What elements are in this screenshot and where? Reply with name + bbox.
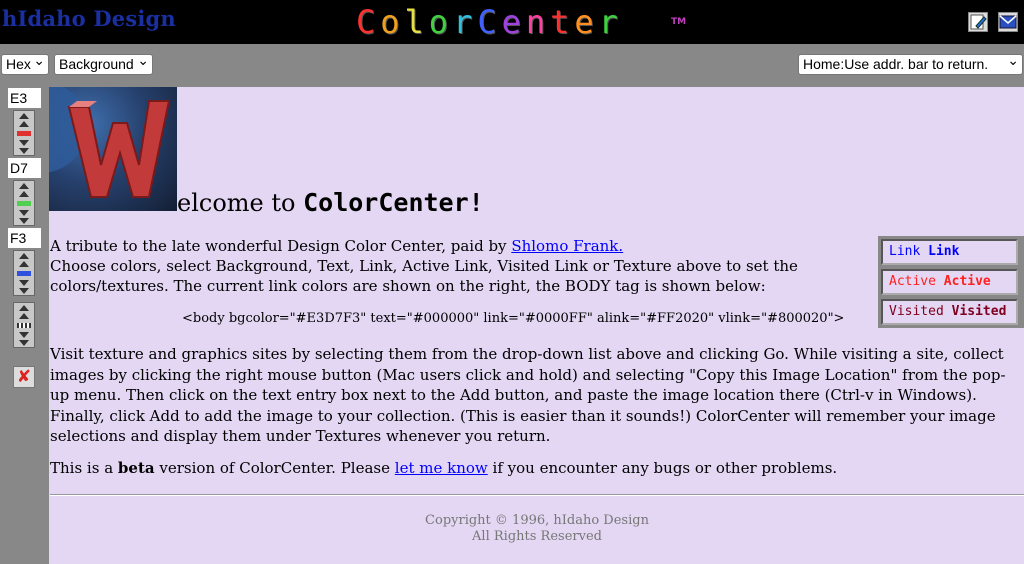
- red-swatch: [17, 131, 31, 136]
- pattern-swatch: [17, 323, 31, 328]
- green-spinner[interactable]: [13, 180, 35, 226]
- intro-line: A tribute to the late wonderful Design C…: [50, 237, 507, 255]
- beta-post: if you encounter any bugs or other probl…: [492, 459, 838, 477]
- edit-page-icon[interactable]: [968, 12, 988, 32]
- blue-spinner[interactable]: [13, 250, 35, 296]
- texture-paragraph: Visit texture and graphics sites by sele…: [50, 345, 1006, 445]
- target-select[interactable]: Background: [54, 51, 153, 75]
- all-channels-spinner[interactable]: [13, 302, 35, 348]
- red-hex-field[interactable]: E3: [8, 88, 41, 108]
- title-letter: e: [574, 3, 599, 41]
- divider: [50, 494, 1024, 496]
- visited-label: Visited: [889, 304, 944, 319]
- copyright-text: Copyright © 1996, hIdaho Design: [425, 513, 649, 528]
- title-letter: n: [525, 3, 551, 41]
- title-letter: t: [550, 3, 575, 41]
- title-letter: r: [598, 3, 623, 41]
- close-icon[interactable]: ✘: [13, 366, 35, 388]
- active-label: Active: [889, 274, 936, 289]
- format-select[interactable]: Hex: [1, 51, 49, 75]
- intro-text: A tribute to the late wonderful Design C…: [50, 236, 876, 296]
- home-select[interactable]: Home:Use addr. bar to return.: [798, 51, 1023, 75]
- shlomo-frank-link[interactable]: Shlomo Frank.: [511, 237, 623, 255]
- beta-mid: version of ColorCenter. Please: [159, 459, 390, 477]
- let-me-know-link[interactable]: let me know: [395, 459, 488, 477]
- beta-word: beta: [117, 459, 155, 477]
- brand-name: hIdaho Design: [2, 6, 176, 31]
- title-letter: e: [501, 3, 526, 41]
- title-letter: o: [380, 3, 405, 41]
- link-label: Link: [889, 244, 921, 259]
- visited-preview-row[interactable]: Visited Visited: [881, 299, 1018, 325]
- active-preview-row[interactable]: Active Active: [881, 269, 1018, 295]
- green-swatch: [17, 201, 31, 206]
- beta-pre: This is a: [50, 459, 114, 477]
- footer: Copyright © 1996, hIdaho Design All Righ…: [50, 513, 1024, 545]
- title-letter: C: [356, 3, 381, 41]
- welcome-prefix: elcome to: [177, 189, 296, 217]
- title-letter: l: [404, 3, 429, 41]
- body-tag: <body bgcolor="#E3D7F3" text="#000000" l…: [182, 311, 845, 326]
- red-spinner[interactable]: [13, 110, 35, 156]
- green-hex-field[interactable]: D7: [8, 158, 41, 178]
- beta-paragraph: This is a beta version of ColorCenter. P…: [50, 458, 1024, 478]
- trademark: TM: [671, 17, 687, 27]
- link-color-preview: Link Link Active Active Visited Visited: [878, 236, 1024, 328]
- title-letter: o: [428, 3, 454, 41]
- top-bar: hIdaho Design ColorCenter TM: [0, 0, 1024, 44]
- visited-bold: Visited: [951, 304, 1007, 319]
- rights-text: All Rights Reserved: [472, 529, 602, 544]
- title-letter: C: [477, 3, 502, 41]
- blue-hex-field[interactable]: F3: [8, 228, 41, 248]
- intro-rest: Choose colors, select Background, Text, …: [50, 257, 798, 295]
- link-preview-row[interactable]: Link Link: [881, 239, 1018, 265]
- blue-swatch: [17, 271, 31, 276]
- title-letter: r: [453, 3, 478, 41]
- mail-icon[interactable]: [998, 12, 1018, 32]
- welcome-heading: elcome to ColorCenter!: [177, 188, 484, 217]
- colorcenter-title: ColorCenter: [356, 3, 623, 41]
- welcome-name: ColorCenter!: [303, 188, 484, 217]
- w-logo: [49, 87, 177, 211]
- active-bold: Active: [943, 274, 991, 289]
- link-bold: Link: [928, 244, 960, 259]
